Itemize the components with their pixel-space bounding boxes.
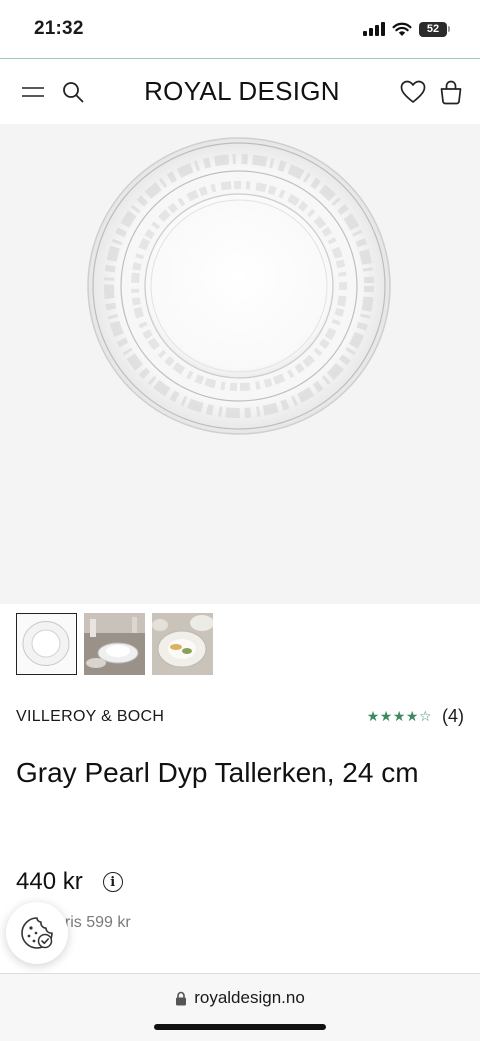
battery-icon: 52 bbox=[419, 21, 450, 37]
rating-stars: ★★★★☆ bbox=[366, 708, 432, 724]
browser-url-bar: royaldesign.no bbox=[0, 973, 480, 1041]
thumbnail-strip bbox=[16, 613, 213, 675]
status-bar: 21:32 52 bbox=[0, 0, 480, 58]
url-field[interactable]: royaldesign.no bbox=[0, 988, 480, 1008]
rating[interactable]: ★★★★☆ (4) bbox=[367, 706, 464, 727]
status-icons: 52 bbox=[363, 21, 450, 37]
battery-level: 52 bbox=[419, 21, 447, 37]
signal-icon bbox=[363, 22, 385, 36]
search-icon bbox=[63, 81, 84, 102]
thumbnail-3[interactable] bbox=[152, 613, 213, 675]
thumbnail-table-image bbox=[84, 613, 145, 675]
cookie-icon bbox=[21, 917, 53, 949]
review-count: (4) bbox=[442, 706, 464, 726]
product-image[interactable] bbox=[0, 124, 480, 604]
status-time: 21:32 bbox=[34, 18, 84, 39]
thumbnail-1[interactable] bbox=[16, 613, 77, 675]
menu-icon bbox=[22, 86, 44, 97]
site-header: ROYAL DESIGN bbox=[0, 58, 480, 124]
menu-button[interactable] bbox=[20, 79, 46, 105]
product-title: Gray Pearl Dyp Tallerken, 24 cm bbox=[16, 757, 419, 788]
thumbnail-2[interactable] bbox=[84, 613, 145, 675]
site-logo[interactable]: ROYAL DESIGN bbox=[144, 76, 340, 107]
brand-name[interactable]: VILLEROY & BOCH bbox=[16, 708, 164, 726]
url-text: royaldesign.no bbox=[194, 988, 305, 1007]
cart-button[interactable] bbox=[438, 79, 464, 105]
brand-rating-row: VILLEROY & BOCH ★★★★☆ (4) bbox=[16, 706, 464, 727]
wifi-icon bbox=[392, 22, 412, 36]
heart-icon bbox=[400, 80, 426, 103]
plate-image bbox=[87, 137, 391, 435]
cookie-settings-button[interactable] bbox=[6, 902, 68, 964]
product-price: 440 kr bbox=[16, 868, 83, 895]
info-icon[interactable]: i bbox=[102, 872, 123, 892]
bag-icon bbox=[440, 80, 462, 104]
lock-icon bbox=[176, 991, 187, 1005]
thumbnail-plate-image bbox=[17, 614, 75, 673]
price-row: 440 kr i bbox=[16, 868, 123, 896]
wishlist-button[interactable] bbox=[400, 79, 426, 105]
home-indicator[interactable] bbox=[154, 1024, 326, 1030]
thumbnail-food-image bbox=[152, 613, 213, 675]
search-button[interactable] bbox=[60, 79, 86, 105]
